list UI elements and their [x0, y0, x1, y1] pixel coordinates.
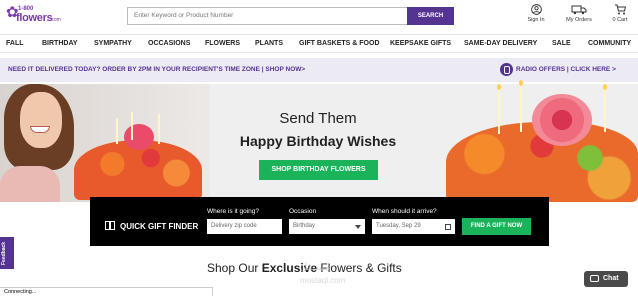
cart-label: 0 Cart [612, 17, 628, 23]
find-gift-button[interactable]: FIND A GIFT NOW [462, 218, 531, 235]
nav-item-keepsake-gifts[interactable]: KEEPSAKE GIFTS [390, 40, 451, 47]
occasion-value: Birthday [293, 223, 316, 229]
when-label: When should it arrive? [372, 208, 437, 215]
radio-offers-link[interactable]: RADIO OFFERS | CLICK HERE > [516, 66, 616, 73]
occasion-label: Occasion [289, 208, 317, 215]
search-button[interactable]: SEARCH [407, 7, 454, 25]
woman-shirt [0, 166, 60, 202]
where-label: Where is it going? [207, 208, 260, 215]
nav-item-same-day[interactable]: SAME-DAY DELIVERY [464, 40, 537, 47]
nav-item-plants[interactable]: PLANTS [255, 40, 283, 47]
shop-birthday-button[interactable]: SHOP BIRTHDAY FLOWERS [259, 160, 378, 180]
nav-item-flowers[interactable]: FLOWERS [205, 40, 240, 47]
cart-icon [615, 4, 626, 15]
my-orders-label: My Orders [566, 17, 592, 23]
flame [519, 80, 523, 86]
chat-label: Chat [603, 275, 619, 282]
woman-face [20, 92, 62, 148]
candle [604, 90, 606, 132]
radio-icon [500, 63, 513, 76]
candle [116, 118, 118, 144]
nav-item-birthday[interactable]: BIRTHDAY [42, 40, 78, 47]
delivery-banner-link[interactable]: NEED IT DELIVERED TODAY? ORDER BY 2PM IN… [8, 66, 305, 73]
hero-title-line1: Send Them [279, 110, 357, 127]
sign-in-label: Sign In [527, 17, 545, 23]
chevron-down-icon [355, 225, 361, 229]
logo[interactable]: ✿ 1-800 flowers .com [6, 5, 66, 27]
occasion-select[interactable]: Birthday [289, 219, 365, 234]
page: ✿ 1-800 flowers .com Enter Keyword or Pr… [0, 0, 638, 296]
hero-title-line2: Happy Birthday Wishes [239, 133, 397, 149]
feedback-label: Feedback [1, 241, 7, 265]
candle [131, 112, 133, 140]
my-orders-link[interactable]: My Orders [559, 4, 599, 23]
zip-code-input[interactable]: Delivery zip code [207, 219, 282, 234]
gift-finder-title: QUICK GIFT FINDER [120, 222, 199, 231]
delivery-date-value: Tuesday, Sep 29 [376, 223, 421, 229]
sign-in-link[interactable]: Sign In [516, 4, 556, 23]
cart-link[interactable]: 0 Cart [600, 4, 638, 23]
logo-word: flowers [16, 12, 53, 24]
nav-item-sale[interactable]: SALE [552, 40, 571, 47]
header: ✿ 1-800 flowers .com Enter Keyword or Pr… [0, 0, 638, 34]
watermark-arabic: مستقل [300, 262, 330, 273]
rose-right [532, 94, 592, 146]
logo-tld: .com [50, 17, 61, 23]
nav-item-sympathy[interactable]: SYMPATHY [94, 40, 132, 47]
rose-left [124, 124, 154, 150]
candle [520, 86, 522, 132]
calendar-icon [445, 224, 451, 230]
nav-item-community[interactable]: COMMUNITY [588, 40, 631, 47]
chat-icon [590, 275, 599, 282]
nav-item-gift-baskets[interactable]: GIFT BASKETS & FOOD [299, 40, 380, 47]
section-title-pre: Shop Our [207, 261, 262, 275]
truck-icon [571, 5, 587, 15]
main-nav: FALL BIRTHDAY SYMPATHY OCCASIONS FLOWERS… [0, 34, 638, 53]
user-icon [530, 4, 542, 15]
candle [158, 114, 160, 144]
candle [498, 90, 500, 134]
browser-status-bar: Connecting... [0, 287, 213, 296]
nav-item-fall[interactable]: FALL [6, 40, 24, 47]
delivery-date-picker[interactable]: Tuesday, Sep 29 [372, 219, 455, 234]
watermark-latin: mostaql.com [300, 276, 346, 285]
feedback-tab[interactable]: Feedback [0, 237, 14, 269]
flame [497, 84, 501, 90]
search-input[interactable]: Enter Keyword or Product Number [127, 7, 408, 25]
nav-item-occasions[interactable]: OCCASIONS [148, 40, 190, 47]
gift-icon [105, 221, 115, 230]
flame [603, 84, 607, 90]
